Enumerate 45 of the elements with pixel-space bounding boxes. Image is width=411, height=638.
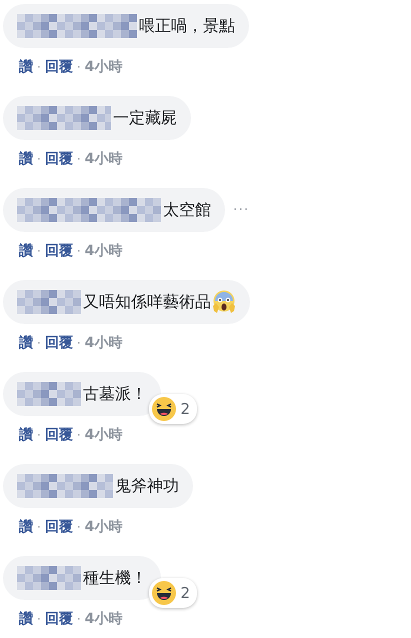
laughing-face-icon <box>152 397 176 421</box>
comment-text: 鬼斧神功 <box>115 476 179 496</box>
reaction-count: 2 <box>180 584 190 602</box>
reply-link[interactable]: 回覆 <box>44 334 73 352</box>
blurred-name <box>17 382 81 406</box>
reply-link[interactable]: 回覆 <box>44 242 73 260</box>
separator-dot: · <box>76 428 81 442</box>
blurred-name <box>17 566 81 590</box>
reply-link[interactable]: 回覆 <box>44 58 73 76</box>
comment-text: 一定藏屍 <box>113 108 177 128</box>
comment-text: 太空館 <box>163 200 211 220</box>
separator-dot: · <box>37 612 41 626</box>
comment-text: 古墓派！ <box>83 384 147 404</box>
laughing-face-icon <box>152 581 176 605</box>
like-link[interactable]: 讚 <box>19 518 33 536</box>
separator-dot: · <box>37 244 41 258</box>
separator-dot: · <box>76 152 81 166</box>
reaction-badge[interactable]: 2 <box>149 578 197 608</box>
reaction-badge[interactable]: 2 <box>149 394 197 424</box>
comment-text: 又唔知係咩藝術品 <box>83 292 211 312</box>
reply-link[interactable]: 回覆 <box>44 426 73 444</box>
separator-dot: · <box>76 520 81 534</box>
separator-dot: · <box>37 428 41 442</box>
reply-link[interactable]: 回覆 <box>44 610 73 628</box>
separator-dot: · <box>76 336 81 350</box>
like-link[interactable]: 讚 <box>19 150 33 168</box>
like-link[interactable]: 讚 <box>19 610 33 628</box>
reply-link[interactable]: 回覆 <box>44 518 73 536</box>
separator-dot: · <box>76 244 81 258</box>
separator-dot: · <box>37 60 41 74</box>
reaction-count: 2 <box>180 400 190 418</box>
reply-link[interactable]: 回覆 <box>44 150 73 168</box>
separator-dot: · <box>37 152 41 166</box>
like-link[interactable]: 讚 <box>19 58 33 76</box>
comment-text: 種生機！ <box>83 568 147 588</box>
separator-dot: · <box>37 336 41 350</box>
separator-dot: · <box>76 612 81 626</box>
separator-dot: · <box>37 520 41 534</box>
blurred-name <box>17 290 81 314</box>
comment-text: 喂正喎，景點 <box>139 16 235 36</box>
like-link[interactable]: 讚 <box>19 242 33 260</box>
separator-dot: · <box>76 60 81 74</box>
like-link[interactable]: 讚 <box>19 426 33 444</box>
like-link[interactable]: 讚 <box>19 334 33 352</box>
screaming-face-icon <box>212 290 236 314</box>
